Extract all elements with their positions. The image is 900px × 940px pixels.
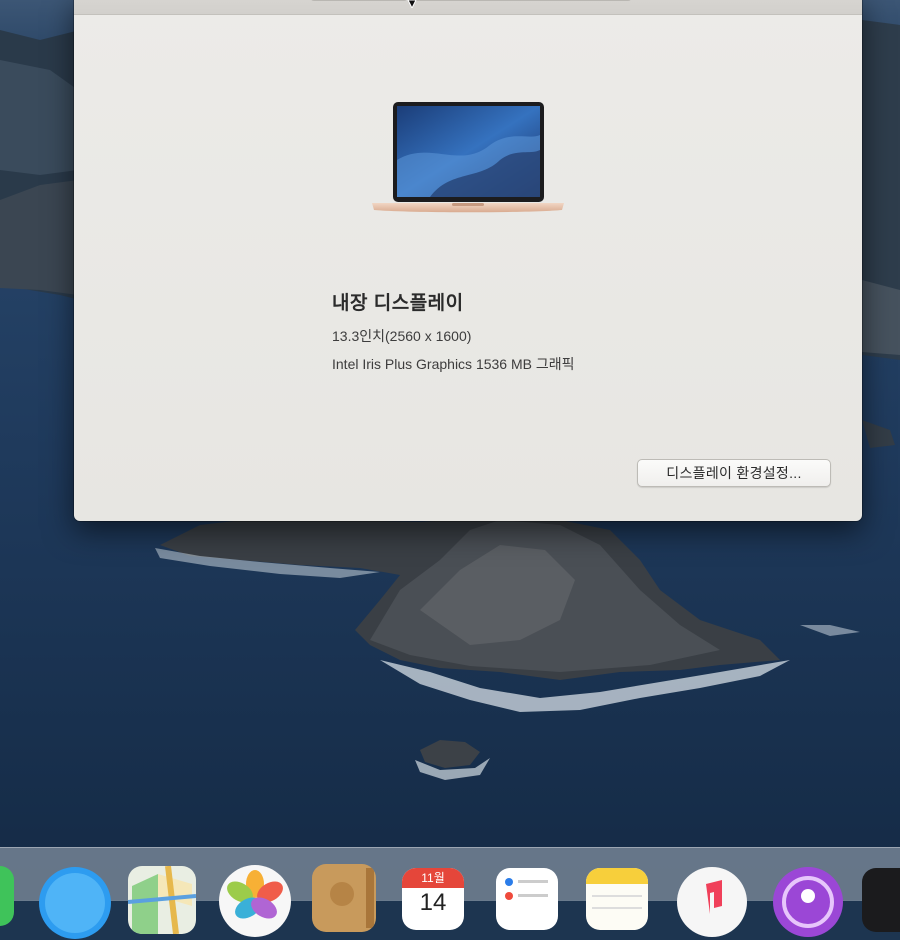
about-this-mac-window: 내장 디스플레이 13.3인치(2560 x 1600) Intel Iris … bbox=[74, 0, 862, 521]
calendar-day: 14 bbox=[419, 889, 447, 916]
macbook-air-image bbox=[372, 102, 564, 213]
notes-icon[interactable] bbox=[586, 868, 648, 930]
mouse-cursor-icon bbox=[407, 0, 417, 8]
tv-icon[interactable] bbox=[862, 868, 900, 932]
display-size-resolution: 13.3인치(2560 x 1600) bbox=[332, 328, 472, 344]
tab-segment[interactable] bbox=[310, 0, 408, 1]
graphics-info: Intel Iris Plus Graphics 1536 MB 그래픽 bbox=[332, 356, 575, 372]
photos-icon[interactable] bbox=[218, 864, 292, 938]
maps-icon[interactable] bbox=[128, 866, 196, 934]
reminders-icon[interactable] bbox=[496, 868, 558, 930]
calendar-icon[interactable]: 11월 14 bbox=[402, 868, 464, 930]
podcasts-icon[interactable] bbox=[772, 866, 844, 938]
dock: 11월 14 bbox=[0, 847, 900, 939]
display-preferences-button[interactable]: 디스플레이 환경설정... bbox=[637, 459, 831, 487]
safari-icon[interactable] bbox=[38, 866, 112, 940]
music-icon[interactable] bbox=[676, 866, 748, 938]
tab-bar bbox=[74, 0, 862, 15]
calendar-month: 11월 bbox=[402, 868, 464, 888]
tab-segment-displays[interactable] bbox=[412, 0, 632, 1]
contacts-icon[interactable] bbox=[312, 864, 376, 932]
messages-icon[interactable] bbox=[0, 866, 14, 926]
display-name: 내장 디스플레이 bbox=[332, 293, 464, 314]
